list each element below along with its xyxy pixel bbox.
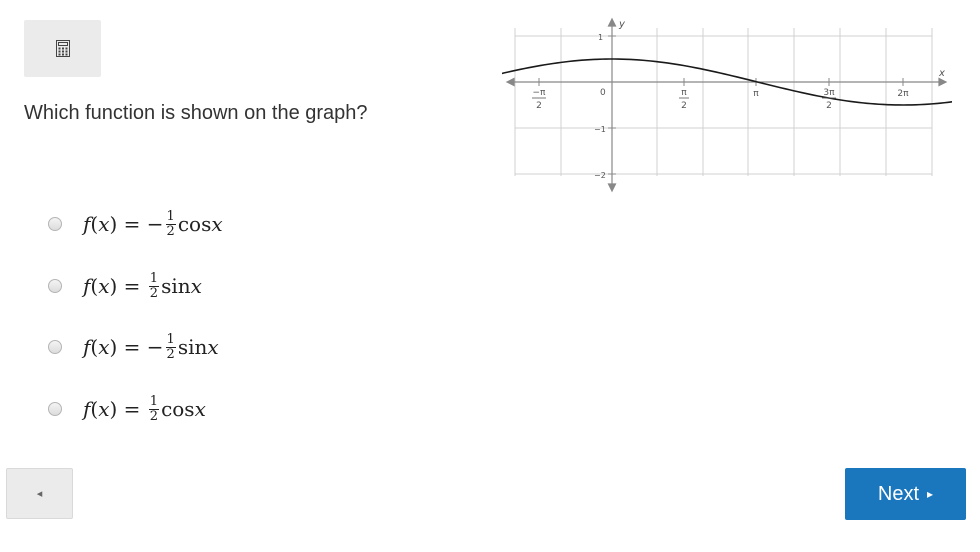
numerator: 1 <box>165 331 176 348</box>
x-tick-label: 2π <box>897 89 909 99</box>
variable: x <box>207 335 219 359</box>
variable: x <box>98 397 110 421</box>
trig-function: cos <box>161 397 195 421</box>
x-tick-label: π <box>681 88 687 98</box>
calculator-icon <box>55 40 70 57</box>
numerator: 1 <box>148 393 160 410</box>
variable: x <box>190 274 202 298</box>
radio-button[interactable] <box>48 402 62 416</box>
fraction: 12 <box>165 208 176 239</box>
function-graph: y x 0 1 −1 −2 −π 2 π 2 π 3π 2 2π <box>502 17 952 193</box>
variable: x <box>211 212 223 236</box>
radio-button[interactable] <box>48 340 62 354</box>
trig-function: cos <box>177 212 212 236</box>
x-tick-label: 2 <box>681 101 687 111</box>
fraction: 12 <box>148 270 160 301</box>
choice-formula: f(x) = −1 2 sin x <box>83 331 219 362</box>
numerator: 1 <box>165 208 176 225</box>
denominator: 2 <box>166 223 175 239</box>
x-tick-label: −π <box>533 88 547 98</box>
radio-button[interactable] <box>48 279 62 293</box>
graph-tick-marks <box>538 35 904 175</box>
left-arrow-icon: ◂ <box>36 488 43 500</box>
next-button[interactable]: Next ▸ <box>845 468 966 520</box>
trig-function: sin <box>161 274 191 298</box>
x-tick-label: π <box>753 89 759 99</box>
y-tick-label: −1 <box>594 125 606 134</box>
y-tick-label: 1 <box>598 33 603 42</box>
trig-function: sin <box>177 335 208 359</box>
calculator-button[interactable] <box>24 20 101 77</box>
y-tick-label: −2 <box>594 171 606 180</box>
x-tick-label: 2 <box>536 101 542 111</box>
x-tick-label: 3π <box>823 88 835 98</box>
choice-formula: f(x) = −1 2 cos x <box>83 208 223 239</box>
right-arrow-icon: ▸ <box>927 487 934 501</box>
denominator: 2 <box>166 346 175 362</box>
choice-option[interactable]: f(x) = 1 2 cos x <box>48 389 206 429</box>
sign: − <box>146 212 164 236</box>
choice-option[interactable]: f(x) = −1 2 sin x <box>48 327 219 367</box>
variable: x <box>98 335 110 359</box>
function-name: f <box>83 212 91 236</box>
y-axis-label: y <box>618 19 626 30</box>
previous-button[interactable]: ◂ <box>6 468 73 519</box>
origin-label: 0 <box>600 88 606 98</box>
choice-option[interactable]: f(x) = −1 2 cos x <box>48 204 223 244</box>
variable: x <box>194 397 206 421</box>
function-name: f <box>83 274 91 298</box>
x-axis-label: x <box>938 68 945 79</box>
question-text: Which function is shown on the graph? <box>24 102 368 124</box>
denominator: 2 <box>149 408 159 424</box>
denominator: 2 <box>149 285 159 301</box>
numerator: 1 <box>148 270 160 287</box>
fraction: 12 <box>148 393 160 424</box>
next-button-label: Next <box>877 482 920 505</box>
function-name: f <box>83 335 91 359</box>
fraction: 12 <box>165 331 176 362</box>
choice-formula: f(x) = 1 2 sin x <box>83 270 202 301</box>
choice-option[interactable]: f(x) = 1 2 sin x <box>48 266 202 306</box>
graph-grid <box>514 28 933 176</box>
variable: x <box>98 274 110 298</box>
function-name: f <box>83 397 91 421</box>
sign: − <box>146 335 164 359</box>
x-tick-label: 2 <box>826 101 832 111</box>
variable: x <box>98 212 110 236</box>
choice-formula: f(x) = 1 2 cos x <box>83 393 206 424</box>
radio-button[interactable] <box>48 217 62 231</box>
